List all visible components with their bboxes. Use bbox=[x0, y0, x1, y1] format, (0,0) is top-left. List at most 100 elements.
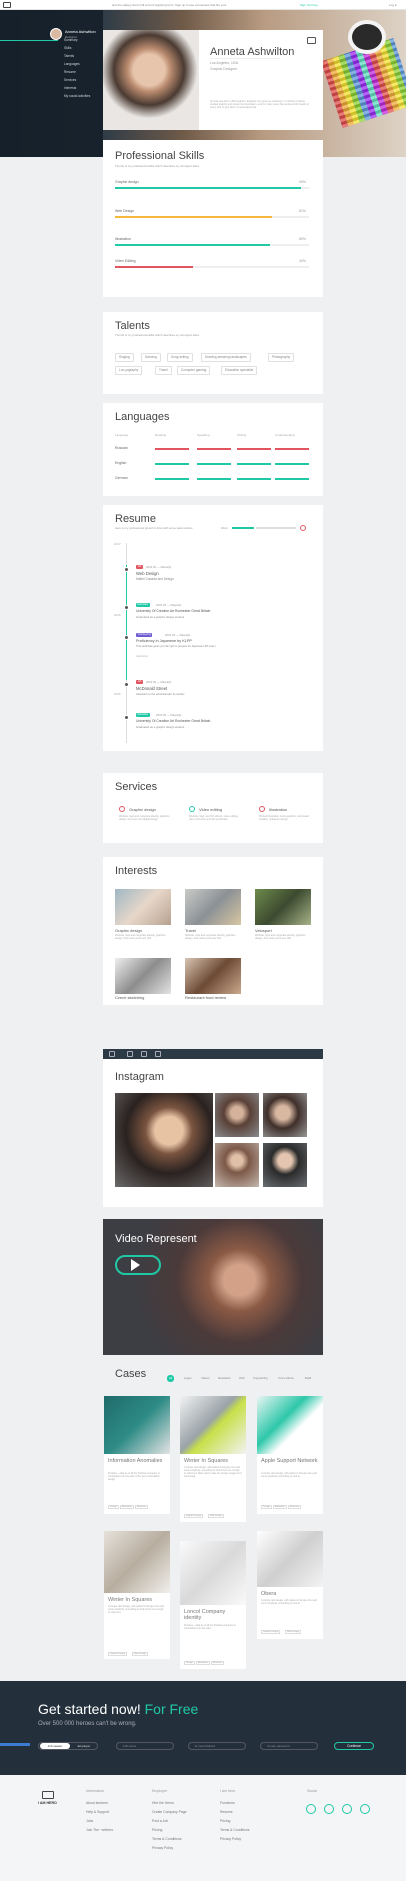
case-tag[interactable]: Design bbox=[261, 1505, 272, 1509]
entry-date: 2015.05 — Maqui(k) bbox=[156, 603, 182, 607]
social-bar bbox=[103, 1049, 323, 1059]
sidebar-item-interests[interactable]: Interests bbox=[64, 86, 76, 90]
instagram-photo[interactable] bbox=[215, 1093, 259, 1137]
instagram-photo[interactable] bbox=[263, 1093, 307, 1137]
talent-tag[interactable]: Photography bbox=[268, 353, 295, 362]
interest-title: Velosport bbox=[255, 928, 272, 933]
case-tag[interactable]: Design bbox=[108, 1505, 119, 1509]
case-tag[interactable]: Web Design bbox=[208, 1514, 224, 1518]
case-tag[interactable]: Animation bbox=[273, 1505, 287, 1509]
case-card[interactable]: Information Anomalies Perhaps – data as … bbox=[104, 1396, 170, 1514]
facebook-icon[interactable] bbox=[306, 1804, 316, 1814]
talent-tag[interactable]: Singing bbox=[115, 353, 134, 362]
footer-link[interactable]: Post a Job bbox=[152, 1819, 168, 1823]
interest-image[interactable] bbox=[255, 889, 311, 925]
case-tag[interactable]: Web Design bbox=[132, 1652, 148, 1656]
logo-icon[interactable] bbox=[42, 1791, 54, 1799]
filter-logos[interactable]: Logos bbox=[182, 1375, 194, 1382]
filter-copywriting[interactable]: Copywriting bbox=[251, 1375, 270, 1382]
talent-tag[interactable]: Education specialist bbox=[221, 366, 258, 375]
footer-link[interactable]: Privacy Policy bbox=[152, 1846, 173, 1850]
footer-link[interactable]: Privacy Policy bbox=[220, 1837, 241, 1841]
instagram-photo[interactable] bbox=[215, 1143, 259, 1187]
youtube-icon[interactable] bbox=[342, 1804, 352, 1814]
case-tag[interactable]: Brochure bbox=[135, 1505, 148, 1509]
filter-build[interactable]: Build bbox=[303, 1375, 313, 1382]
twitter-icon[interactable] bbox=[141, 1051, 147, 1057]
skill-bar bbox=[115, 216, 309, 218]
instagram-photo[interactable] bbox=[115, 1093, 213, 1187]
case-card[interactable]: Obera A simple card design, with pattern… bbox=[257, 1531, 323, 1639]
footer-link[interactable]: Jobs bbox=[86, 1819, 93, 1823]
sidebar-item-summary[interactable]: Summary bbox=[64, 38, 78, 42]
interest-image[interactable] bbox=[185, 958, 241, 994]
skill-percent: 40% bbox=[299, 259, 307, 263]
sidebar-item-resume[interactable]: Resume bbox=[64, 70, 76, 74]
case-tag[interactable]: Animation bbox=[196, 1661, 210, 1665]
case-tag[interactable]: Web Design bbox=[285, 1630, 301, 1634]
filter-all[interactable]: All bbox=[167, 1375, 175, 1382]
login-link[interactable]: Log in bbox=[389, 3, 397, 7]
footer-link[interactable]: Resume bbox=[220, 1810, 233, 1814]
instagram-icon[interactable] bbox=[360, 1804, 370, 1814]
case-tag[interactable]: Design bbox=[184, 1661, 195, 1665]
diamond-icon[interactable] bbox=[307, 37, 316, 44]
full-name-field[interactable]: Full name bbox=[116, 1742, 174, 1750]
case-card[interactable]: Winter In Squares A simple card design, … bbox=[104, 1531, 170, 1659]
footer-link[interactable]: Terms & Conditions bbox=[220, 1828, 249, 1832]
case-tag[interactable]: Brochure bbox=[288, 1505, 301, 1509]
interest-image[interactable] bbox=[115, 958, 171, 994]
footer-link[interactable]: Pricing bbox=[152, 1828, 162, 1832]
filter-videos[interactable]: Videos bbox=[199, 1375, 212, 1382]
continue-button[interactable]: Continue bbox=[334, 1742, 374, 1750]
footer-link[interactable]: Help & Support bbox=[86, 1810, 109, 1814]
sidebar-item-social[interactable]: My social activities bbox=[64, 94, 90, 98]
talent-tag[interactable]: Dancing bbox=[141, 353, 161, 362]
case-card[interactable]: Winter In Squares A simple card design, … bbox=[180, 1396, 246, 1522]
interest-title: Graphic design bbox=[115, 928, 142, 933]
talent-tag[interactable]: Computer gaming bbox=[177, 366, 211, 375]
service-desc: Website, logo, and film effects, video e… bbox=[189, 815, 239, 821]
interest-image[interactable] bbox=[185, 889, 241, 925]
footer-link[interactable]: Join The ~wrthero bbox=[86, 1828, 113, 1832]
footer-link[interactable]: Pricing bbox=[220, 1819, 230, 1823]
sidebar-item-languages[interactable]: Languages bbox=[64, 62, 80, 66]
footer-link[interactable]: Create Company Page bbox=[152, 1810, 187, 1814]
filter-tours-effects[interactable]: Tours effects bbox=[276, 1375, 296, 1382]
case-card[interactable]: Apple Support Network A simple card desi… bbox=[257, 1396, 323, 1514]
signup-link[interactable]: Sign Up Free bbox=[300, 3, 318, 7]
timeline-dot bbox=[124, 567, 129, 572]
case-tag[interactable]: Brochure bbox=[211, 1661, 224, 1665]
interest-image[interactable] bbox=[115, 889, 171, 925]
filter-illustration[interactable]: Illustration bbox=[216, 1375, 233, 1382]
toggle-employer[interactable]: Employer bbox=[72, 1743, 96, 1749]
instagram-icon[interactable] bbox=[109, 1051, 115, 1057]
footer-link[interactable]: Hire the Heros bbox=[152, 1801, 174, 1805]
filter-web[interactable]: Web bbox=[237, 1375, 247, 1382]
email-field[interactable]: E-mail Address bbox=[188, 1742, 246, 1750]
case-tag[interactable]: Graphic Design bbox=[261, 1630, 281, 1634]
close-icon[interactable] bbox=[300, 525, 306, 531]
case-card[interactable]: Loncol Company identity Perhaps – data a… bbox=[180, 1541, 246, 1669]
linkedin-icon[interactable] bbox=[155, 1051, 161, 1057]
talent-tag[interactable]: Song writing bbox=[167, 353, 193, 362]
footer-link[interactable]: Terms & Conditions bbox=[152, 1837, 181, 1841]
talent-tag[interactable]: Travel bbox=[155, 366, 172, 375]
sidebar-item-services[interactable]: Services bbox=[64, 78, 76, 82]
footer-link[interactable]: About iamhero bbox=[86, 1801, 108, 1805]
instagram-photo[interactable] bbox=[263, 1143, 307, 1187]
footer-col-title: Information bbox=[86, 1789, 104, 1793]
password-field[interactable]: Create password bbox=[260, 1742, 318, 1750]
facebook-icon[interactable] bbox=[127, 1051, 133, 1057]
footer-link[interactable]: Functions bbox=[220, 1801, 235, 1805]
talent-tag[interactable]: Drawing amazing landscapes bbox=[201, 353, 251, 362]
twitter-icon[interactable] bbox=[324, 1804, 334, 1814]
sidebar-item-skills[interactable]: Skills bbox=[64, 46, 71, 50]
case-tag[interactable]: Graphic Design bbox=[108, 1652, 128, 1656]
case-tag[interactable]: Animation bbox=[120, 1505, 134, 1509]
talent-tag[interactable]: Lux-yography bbox=[115, 366, 143, 375]
sidebar-item-talents[interactable]: Talents bbox=[64, 54, 74, 58]
toggle-job-seeker[interactable]: Job seeker bbox=[40, 1743, 70, 1749]
logo-icon[interactable] bbox=[3, 2, 11, 8]
case-tag[interactable]: Graphic Design bbox=[184, 1514, 204, 1518]
